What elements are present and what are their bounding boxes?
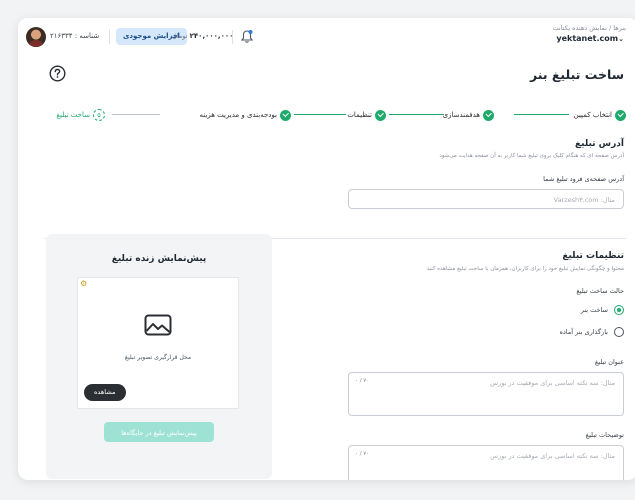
step-label: انتخاب کمپین — [573, 111, 612, 119]
settings-section-description: محتوا و چگونگی نمایش تبلیغ خود را برای ک… — [426, 266, 624, 272]
step-connector — [514, 114, 569, 115]
breadcrumb[interactable]: بنرها / نمایش دهنده یکتانت ⌄yektanet.com — [553, 24, 627, 43]
ad-description-counter: ۰ / ۷۰ — [355, 451, 370, 457]
image-placeholder-caption: محل قرارگیری تصویر تبلیغ — [124, 354, 192, 361]
check-circle-icon — [280, 109, 291, 121]
creation-mode-label: حالت ساخت تبلیغ — [576, 287, 624, 295]
site-name: yektanet.com — [556, 34, 619, 43]
step-budget[interactable]: بودجه‌بندی و مدیریت هزینه — [200, 108, 291, 122]
top-bar: بنرها / نمایش دهنده یکتانت ⌄yektanet.com… — [18, 18, 635, 58]
breadcrumb-trail: بنرها / نمایش دهنده یکتانت — [552, 24, 627, 32]
app-window: بنرها / نمایش دهنده یکتانت ⌄yektanet.com… — [18, 18, 635, 480]
ad-title-placeholder: مثال: سه نکته اساسی برای موفقیت در بورس — [490, 379, 615, 387]
site-selector[interactable]: ⌄yektanet.com — [553, 34, 627, 43]
ad-title-counter: ۰ / ۷۰ — [355, 378, 370, 384]
divider — [232, 30, 233, 44]
step-targeting[interactable]: هدفمندسازی — [443, 108, 494, 122]
step-label: تنظیمات — [347, 111, 372, 119]
balance-amount: ۲۴۰,۰۰۰,۰۰۰ — [189, 32, 234, 40]
ad-description-placeholder: مثال: سه نکته اساسی برای موفقیت در بورس — [490, 452, 615, 460]
settings-section-title: تنظیمات تبلیغ — [562, 251, 624, 261]
image-placeholder-icon — [144, 314, 172, 336]
ad-title-input[interactable]: مثال: سه نکته اساسی برای موفقیت در بورس … — [348, 372, 624, 416]
step-settings[interactable]: تنظیمات — [347, 108, 386, 122]
preview-placements-button[interactable]: پیش‌نمایش تبلیغ در جایگاه‌ها — [104, 422, 214, 442]
address-section-title: آدرس تبلیغ — [575, 139, 624, 149]
progress-stepper: انتخاب کمپین هدفمندسازی تنظیمات بودجه‌بن… — [54, 108, 626, 122]
live-preview-panel: پیش‌نمایش زنده تبلیغ ⚙ محل قرارگیری تصوی… — [46, 234, 272, 479]
landing-url-input[interactable]: مثال: Varzesh۳.com — [348, 189, 624, 209]
landing-url-label: آدرس صفحه‌ی فرود تبلیغ شما — [543, 175, 624, 183]
step-connector — [389, 114, 444, 115]
view-button[interactable]: مشاهده — [84, 384, 126, 401]
question-circle-icon[interactable] — [49, 65, 66, 82]
check-circle-icon — [483, 109, 494, 121]
balance-currency: تومان — [172, 32, 188, 40]
account-id: شناسه : ۲۱۶۳۳۴ — [50, 32, 100, 40]
step-label: بودجه‌بندی و مدیریت هزینه — [199, 111, 277, 119]
step-number: ۵ — [93, 109, 105, 121]
step-label: هدفمندسازی — [442, 111, 480, 119]
step-create-ad[interactable]: ۵ ساخت تبلیغ — [56, 108, 105, 122]
address-section-description: آدرس صفحه ای که هنگام کلیک بروی تبلیغ شم… — [439, 153, 624, 159]
chevron-down-icon: ⌄ — [618, 35, 624, 43]
divider — [109, 30, 110, 44]
balance: ۲۴۰,۰۰۰,۰۰۰ تومان — [172, 32, 233, 40]
check-circle-icon — [615, 109, 626, 121]
radio-label: ساخت بنر — [580, 306, 608, 314]
live-preview-title: پیش‌نمایش زنده تبلیغ — [111, 254, 207, 264]
step-select-campaign[interactable]: انتخاب کمپین — [574, 108, 626, 122]
radio-build-banner[interactable]: ساخت بنر — [581, 305, 624, 315]
radio-label: بارگذاری بنر آماده — [559, 328, 608, 336]
banner-preview-canvas: ⚙ محل قرارگیری تصویر تبلیغ مشاهده — [77, 277, 239, 409]
step-connector — [112, 114, 160, 115]
bell-icon[interactable] — [240, 29, 254, 44]
avatar[interactable] — [26, 27, 46, 47]
radio-button[interactable] — [614, 305, 624, 315]
check-circle-icon — [375, 109, 386, 121]
step-connector — [294, 114, 346, 115]
gear-icon[interactable]: ⚙ — [80, 279, 87, 288]
radio-button[interactable] — [614, 327, 624, 337]
step-label: ساخت تبلیغ — [56, 111, 90, 119]
ad-description-label: توضیحات تبلیغ — [585, 431, 624, 439]
page-title: ساخت تبلیغ بنر — [529, 67, 624, 82]
ad-title-label: عنوان تبلیغ — [594, 358, 624, 366]
radio-upload-banner[interactable]: بارگذاری بنر آماده — [559, 327, 624, 337]
landing-url-placeholder: مثال: Varzesh۳.com — [553, 196, 615, 204]
ad-description-input[interactable]: مثال: سه نکته اساسی برای موفقیت در بورس … — [348, 445, 624, 480]
